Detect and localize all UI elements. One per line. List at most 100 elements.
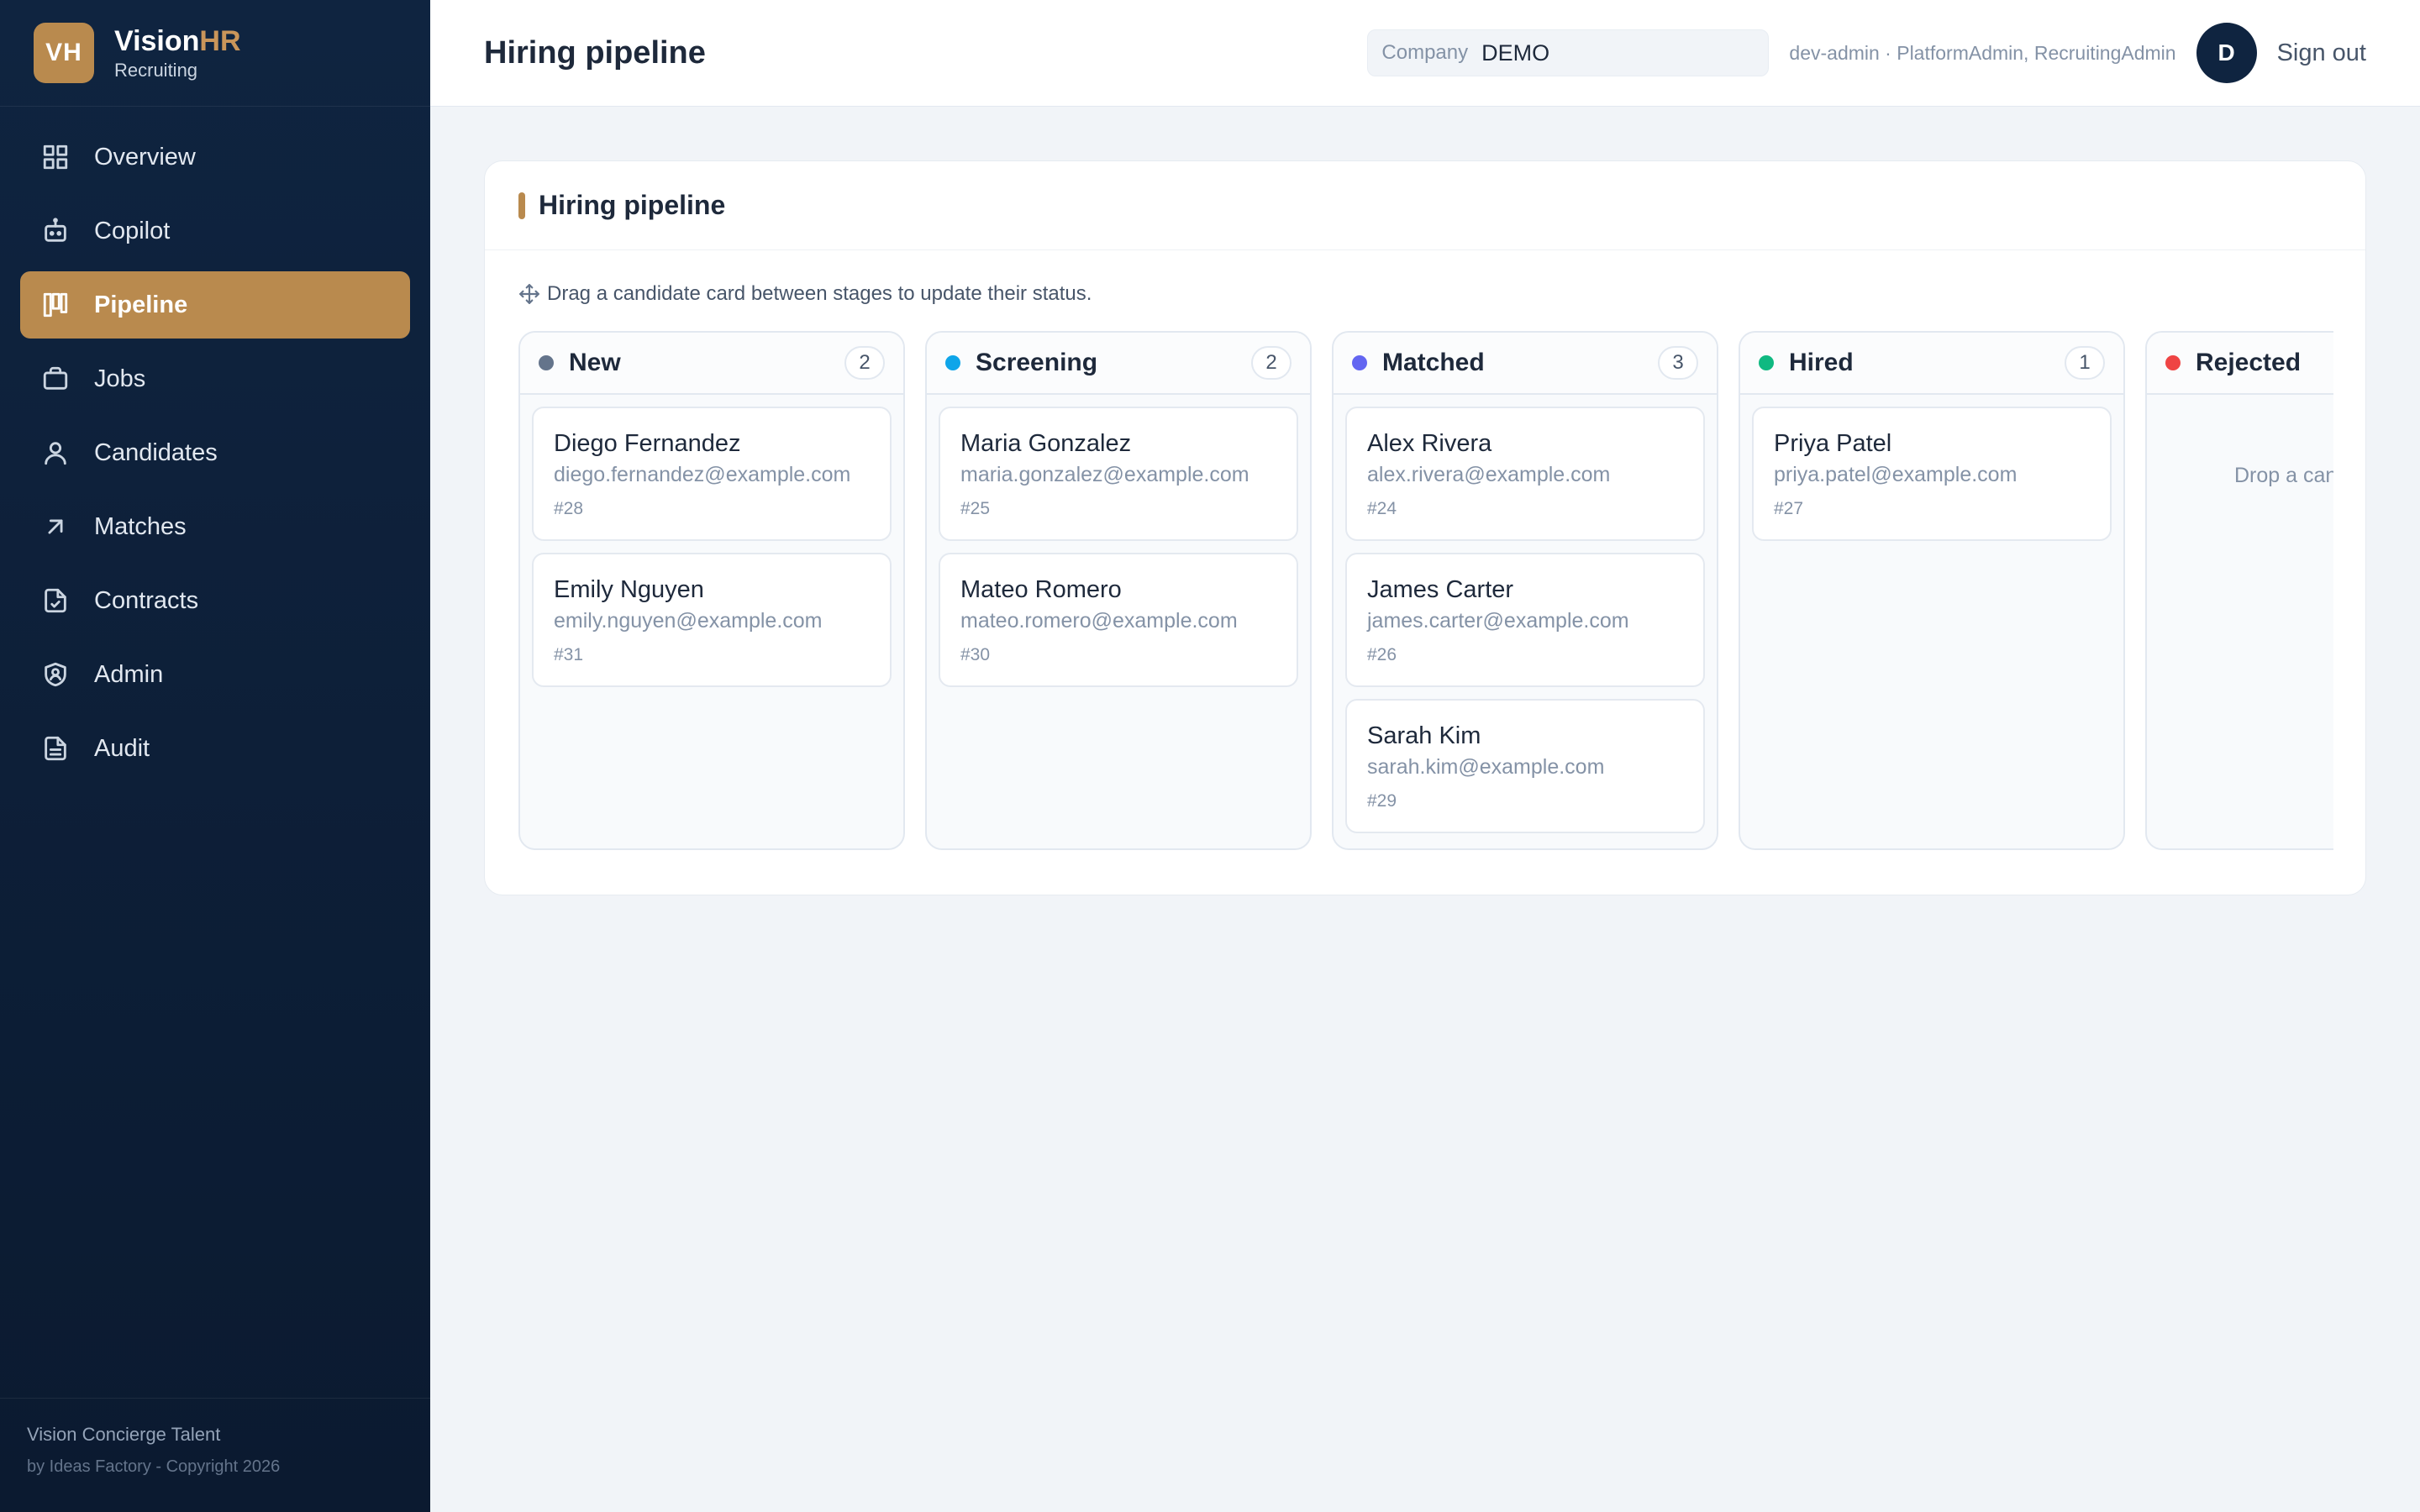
grid-icon	[40, 142, 71, 172]
file-check-icon	[40, 585, 71, 616]
candidate-name: Diego Fernandez	[554, 430, 741, 457]
user-info: dev-admin · PlatformAdmin, RecruitingAdm…	[1789, 41, 2176, 64]
sidebar-item-admin[interactable]: Admin	[20, 641, 410, 708]
sidebar-item-label: Matches	[94, 512, 187, 540]
candidate-email: priya.patel@example.com	[1774, 463, 2018, 486]
pipeline-panel: Hiring pipeline Drag a candidate card be…	[484, 160, 2366, 895]
stage-header: Rejected	[2147, 333, 2333, 395]
candidate-card[interactable]: Alex Rivera alex.rivera@example.com #24	[1345, 407, 1705, 541]
empty-drop-hint: Drop a candidate here	[2234, 464, 2333, 487]
brand-name-main: Vision	[114, 25, 200, 57]
brand[interactable]: VH VisionHR Recruiting	[0, 0, 430, 107]
stage-count-badge: 3	[1658, 346, 1698, 380]
candidate-name: Mateo Romero	[960, 576, 1122, 603]
panel-accent-bar	[518, 192, 525, 219]
candidate-card[interactable]: Emily Nguyen emily.nguyen@example.com #3…	[532, 553, 892, 687]
stage-header: Hired 1	[1740, 333, 2123, 395]
avatar[interactable]: D	[2196, 23, 2257, 83]
candidate-email: james.carter@example.com	[1367, 609, 1629, 633]
candidate-name: Sarah Kim	[1367, 722, 1481, 749]
candidate-card[interactable]: Mateo Romero mateo.romero@example.com #3…	[939, 553, 1298, 687]
candidate-name: Priya Patel	[1774, 430, 1892, 457]
sidebar-item-label: Copilot	[94, 217, 171, 244]
stage-name: Screening	[976, 349, 1098, 376]
page-title: Hiring pipeline	[484, 34, 706, 71]
stage-column-matched[interactable]: Matched 3 Alex Rivera alex.rivera@exampl…	[1332, 331, 1718, 850]
brand-name: VisionHR	[114, 24, 241, 58]
stage-column-new[interactable]: New 2 Diego Fernandez diego.fernandez@ex…	[518, 331, 905, 850]
header-right: Company DEMO dev-admin · PlatformAdmin, …	[1367, 23, 2366, 83]
stage-header: Matched 3	[1334, 333, 1717, 395]
company-selector[interactable]: Company DEMO	[1367, 29, 1770, 76]
stage-header: Screening 2	[927, 333, 1310, 395]
stage-column-hired[interactable]: Hired 1 Priya Patel priya.patel@example.…	[1739, 331, 2125, 850]
stage-count-badge: 2	[1251, 346, 1292, 380]
candidate-name: James Carter	[1367, 576, 1514, 603]
stage-name: New	[569, 349, 621, 376]
sidebar-item-candidates[interactable]: Candidates	[20, 419, 410, 486]
stage-name: Hired	[1789, 349, 1854, 376]
candidate-id: #26	[1367, 645, 1397, 664]
sidebar-footer: Vision Concierge Talent by Ideas Factory…	[0, 1398, 430, 1512]
move-icon	[519, 284, 539, 304]
footer-copyright: by Ideas Factory - Copyright 2026	[27, 1457, 281, 1476]
stage-name: Matched	[1382, 349, 1485, 376]
stage-status-dot	[1352, 355, 1367, 370]
sidebar-item-label: Pipeline	[94, 291, 188, 318]
stage-count-badge: 1	[2065, 346, 2105, 380]
panel-header: Hiring pipeline	[485, 161, 2365, 250]
candidate-card[interactable]: Maria Gonzalez maria.gonzalez@example.co…	[939, 407, 1298, 541]
candidate-name: Maria Gonzalez	[960, 430, 1132, 457]
sidebar-item-overview[interactable]: Overview	[20, 123, 410, 191]
candidate-email: mateo.romero@example.com	[960, 609, 1238, 633]
drag-hint-text: Drag a candidate card between stages to …	[547, 282, 1092, 305]
candidate-card[interactable]: Priya Patel priya.patel@example.com #27	[1752, 407, 2112, 541]
kanban-board: New 2 Diego Fernandez diego.fernandez@ex…	[518, 331, 2333, 850]
candidate-id: #25	[960, 499, 991, 518]
sidebar-item-jobs[interactable]: Jobs	[20, 345, 410, 412]
candidate-card[interactable]: Diego Fernandez diego.fernandez@example.…	[532, 407, 892, 541]
candidate-id: #31	[554, 645, 584, 664]
candidate-id: #24	[1367, 499, 1397, 518]
candidate-card[interactable]: James Carter james.carter@example.com #2…	[1345, 553, 1705, 687]
drag-hint: Drag a candidate card between stages to …	[518, 282, 1092, 306]
top-header: Hiring pipeline Company DEMO dev-admin ·…	[430, 0, 2420, 107]
sidebar-item-copilot[interactable]: Copilot	[20, 197, 410, 265]
arrow-up-right-icon	[40, 512, 71, 542]
sidebar-item-label: Overview	[94, 143, 196, 171]
stage-column-screening[interactable]: Screening 2 Maria Gonzalez maria.gonzale…	[925, 331, 1312, 850]
candidate-email: sarah.kim@example.com	[1367, 755, 1605, 779]
sidebar-item-contracts[interactable]: Contracts	[20, 567, 410, 634]
briefcase-icon	[40, 364, 71, 394]
candidate-email: emily.nguyen@example.com	[554, 609, 823, 633]
brand-text: VisionHR Recruiting	[114, 24, 241, 81]
shield-user-icon	[40, 659, 71, 690]
sidebar-item-label: Audit	[94, 734, 150, 762]
sidebar: VH VisionHR Recruiting Overview Copilot …	[0, 0, 430, 1512]
kanban-icon	[40, 290, 71, 320]
candidate-card[interactable]: Sarah Kim sarah.kim@example.com #29	[1345, 699, 1705, 833]
user-icon	[40, 438, 71, 468]
footer-company: Vision Concierge Talent	[27, 1424, 221, 1445]
sidebar-item-label: Admin	[94, 660, 164, 688]
sidebar-item-pipeline[interactable]: Pipeline	[20, 271, 410, 339]
company-value: DEMO	[1481, 39, 1550, 66]
sidebar-nav: Overview Copilot Pipeline Jobs Candidate…	[0, 107, 430, 782]
candidate-email: alex.rivera@example.com	[1367, 463, 1611, 486]
stage-column-rejected[interactable]: Rejected Drop a candidate here	[2145, 331, 2333, 850]
candidate-id: #27	[1774, 499, 1804, 518]
robot-icon	[40, 216, 71, 246]
panel-title: Hiring pipeline	[539, 190, 726, 220]
sign-out-button[interactable]: Sign out	[2277, 39, 2366, 67]
stage-status-dot	[539, 355, 554, 370]
stage-status-dot	[2165, 355, 2181, 370]
sidebar-item-matches[interactable]: Matches	[20, 493, 410, 560]
sidebar-item-label: Jobs	[94, 365, 146, 392]
candidate-name: Alex Rivera	[1367, 430, 1492, 457]
company-label: Company	[1381, 41, 1469, 64]
sidebar-item-audit[interactable]: Audit	[20, 715, 410, 782]
sidebar-item-label: Contracts	[94, 586, 199, 614]
stage-count-badge: 2	[844, 346, 885, 380]
candidate-name: Emily Nguyen	[554, 576, 704, 603]
file-text-icon	[40, 733, 71, 764]
